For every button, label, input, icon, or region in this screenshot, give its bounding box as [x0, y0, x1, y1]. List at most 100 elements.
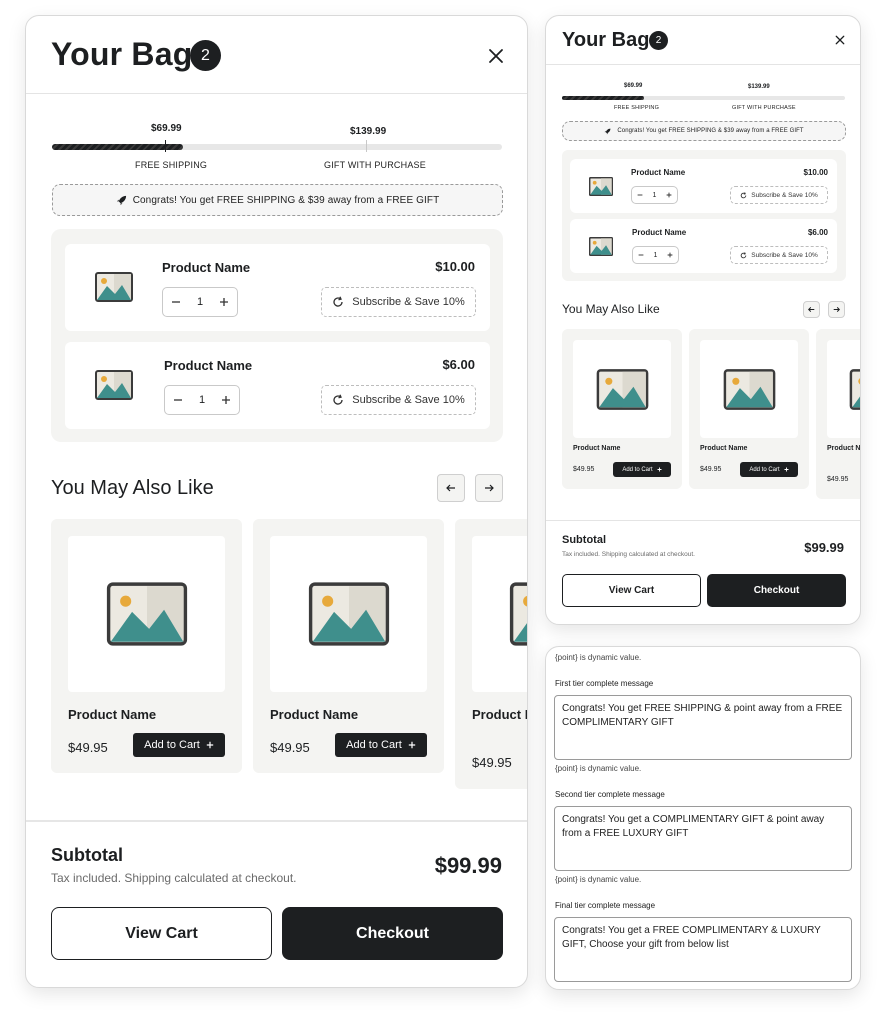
- progress-track: [52, 144, 502, 150]
- minus-icon: [637, 194, 643, 196]
- recommendation-name: Product N: [827, 445, 861, 452]
- dynamic-value-hint: {point} is dynamic value.: [555, 653, 642, 662]
- image-placeholder-icon: [589, 237, 613, 256]
- first-tier-message-field[interactable]: Congrats! You get FREE SHIPPING & point …: [554, 695, 852, 760]
- footer-divider: [546, 520, 860, 521]
- minus-icon: [172, 301, 180, 303]
- cart-item: Product Name $6.00 1 Subscribe & Save 10…: [65, 342, 490, 429]
- recommendation-name: Product N: [472, 707, 528, 722]
- image-placeholder-icon: [308, 582, 389, 646]
- view-cart-button[interactable]: View Cart: [562, 574, 701, 607]
- add-to-cart-button[interactable]: Add to Cart: [335, 733, 427, 757]
- carousel-prev-button[interactable]: [803, 301, 820, 318]
- subscribe-save-button[interactable]: Subscribe & Save 10%: [321, 385, 476, 415]
- item-price: $6.00: [442, 357, 475, 372]
- item-name: Product Name: [164, 358, 253, 373]
- bag-title: Your Bag: [51, 36, 193, 72]
- product-image: [573, 340, 671, 438]
- tier-message-label: Final tier complete message: [555, 901, 656, 910]
- congrats-message: Congrats! You get FREE SHIPPING & $39 aw…: [617, 128, 804, 134]
- decrease-quantity-button[interactable]: [638, 252, 644, 258]
- cart-item: Product Name $6.00 1 Subscribe & Save 10…: [570, 219, 837, 273]
- tier-message-label: Second tier complete message: [555, 790, 665, 799]
- header-divider: [546, 64, 860, 65]
- add-to-cart-button[interactable]: Add to Cart: [740, 462, 798, 477]
- carousel-next-button[interactable]: [475, 474, 503, 502]
- item-price: $6.00: [807, 228, 828, 237]
- product-image: [700, 340, 798, 438]
- cart-items-list: Product Name $10.00 1 Subscribe & Save 1…: [562, 150, 846, 281]
- increase-quantity-button[interactable]: [667, 252, 673, 258]
- item-name: Product Name: [162, 260, 251, 275]
- recommendations-title: You May Also Like: [562, 302, 660, 316]
- quantity-stepper[interactable]: 1: [164, 385, 240, 415]
- image-placeholder-icon: [95, 370, 133, 400]
- subtotal-note: Tax included. Shipping calculated at che…: [562, 551, 695, 558]
- item-price: $10.00: [803, 168, 828, 177]
- image-placeholder-icon: [95, 272, 133, 302]
- tier1-amount: $69.99: [151, 123, 182, 134]
- increase-quantity-button[interactable]: [666, 192, 672, 198]
- decrease-quantity-button[interactable]: [173, 395, 183, 405]
- subscribe-save-button[interactable]: Subscribe & Save 10%: [730, 186, 828, 204]
- decrease-quantity-button[interactable]: [171, 297, 181, 307]
- arrow-left-icon: [446, 484, 455, 492]
- quantity-stepper[interactable]: 1: [631, 186, 678, 204]
- increase-quantity-button[interactable]: [219, 297, 229, 307]
- subtotal-label: Subtotal: [562, 534, 606, 546]
- arrow-right-icon: [485, 484, 494, 492]
- image-placeholder-icon: [589, 177, 613, 196]
- checkout-button[interactable]: Checkout: [282, 907, 503, 960]
- subscribe-save-button[interactable]: Subscribe & Save 10%: [730, 246, 828, 264]
- plus-icon: [784, 467, 789, 472]
- subtotal-value: $99.99: [434, 853, 502, 878]
- refresh-icon: [740, 191, 747, 198]
- quantity-value: 1: [653, 251, 658, 259]
- carousel-prev-button[interactable]: [437, 474, 465, 502]
- quantity-value: 1: [198, 394, 206, 406]
- second-tier-message-field[interactable]: Congrats! You get a COMPLIMENTARY GIFT &…: [554, 806, 852, 871]
- quantity-stepper[interactable]: 1: [632, 246, 679, 264]
- image-placeholder-icon: [106, 582, 187, 646]
- add-to-cart-label: Add to Cart: [622, 466, 653, 473]
- congrats-message: Congrats! You get FREE SHIPPING & $39 aw…: [132, 194, 440, 206]
- subscribe-save-button[interactable]: Subscribe & Save 10%: [321, 287, 476, 317]
- recommendation-card: Product N $49.95: [816, 329, 861, 499]
- view-cart-button[interactable]: View Cart: [51, 907, 272, 960]
- final-tier-message-field[interactable]: Congrats! You get a FREE COMPLIMENTARY &…: [554, 917, 852, 982]
- item-name: Product Name: [631, 168, 686, 177]
- cart-drawer-small: Your Bag 2 $69.99 $139.99 FREE SHIPPING …: [545, 15, 861, 625]
- refresh-icon: [333, 296, 343, 307]
- product-image: [270, 536, 427, 692]
- bag-count-badge: 2: [649, 31, 668, 50]
- plus-icon: [657, 467, 662, 472]
- quantity-stepper[interactable]: 1: [162, 287, 238, 317]
- arrow-right-icon: [833, 307, 840, 312]
- recommendation-card: Product Name $49.95 Add to Cart: [51, 519, 242, 773]
- recommendation-price: $49.95: [827, 476, 849, 483]
- close-button[interactable]: [833, 33, 847, 47]
- add-to-cart-label: Add to Cart: [749, 466, 780, 473]
- cart-items-list: Product Name $10.00 1 Subscribe & Save 1…: [51, 229, 503, 442]
- bag-title: Your Bag: [562, 29, 650, 51]
- tier2-label: GIFT WITH PURCHASE: [732, 105, 796, 111]
- rocket-icon: [116, 195, 126, 205]
- checkout-button[interactable]: Checkout: [707, 574, 846, 607]
- progress-fill: [52, 144, 183, 150]
- tier-message-label: First tier complete message: [555, 679, 654, 688]
- recommendations-title: You May Also Like: [51, 477, 214, 499]
- add-to-cart-button[interactable]: Add to Cart: [133, 733, 225, 757]
- decrease-quantity-button[interactable]: [637, 192, 643, 198]
- recommendation-card: Product Name $49.95 Add to Cart: [253, 519, 444, 773]
- add-to-cart-button[interactable]: Add to Cart: [613, 462, 671, 477]
- image-placeholder-icon: [723, 368, 775, 410]
- progress-fill: [562, 96, 645, 100]
- plus-icon: [667, 252, 673, 258]
- carousel-next-button[interactable]: [828, 301, 845, 318]
- item-name: Product Name: [632, 228, 687, 237]
- increase-quantity-button[interactable]: [221, 395, 231, 405]
- recommendation-card: Product Name $49.95 Add to Cart: [562, 329, 682, 489]
- close-button[interactable]: [484, 44, 508, 68]
- recommendation-name: Product Name: [270, 707, 359, 722]
- recommendation-card: Product N $49.95: [455, 519, 528, 789]
